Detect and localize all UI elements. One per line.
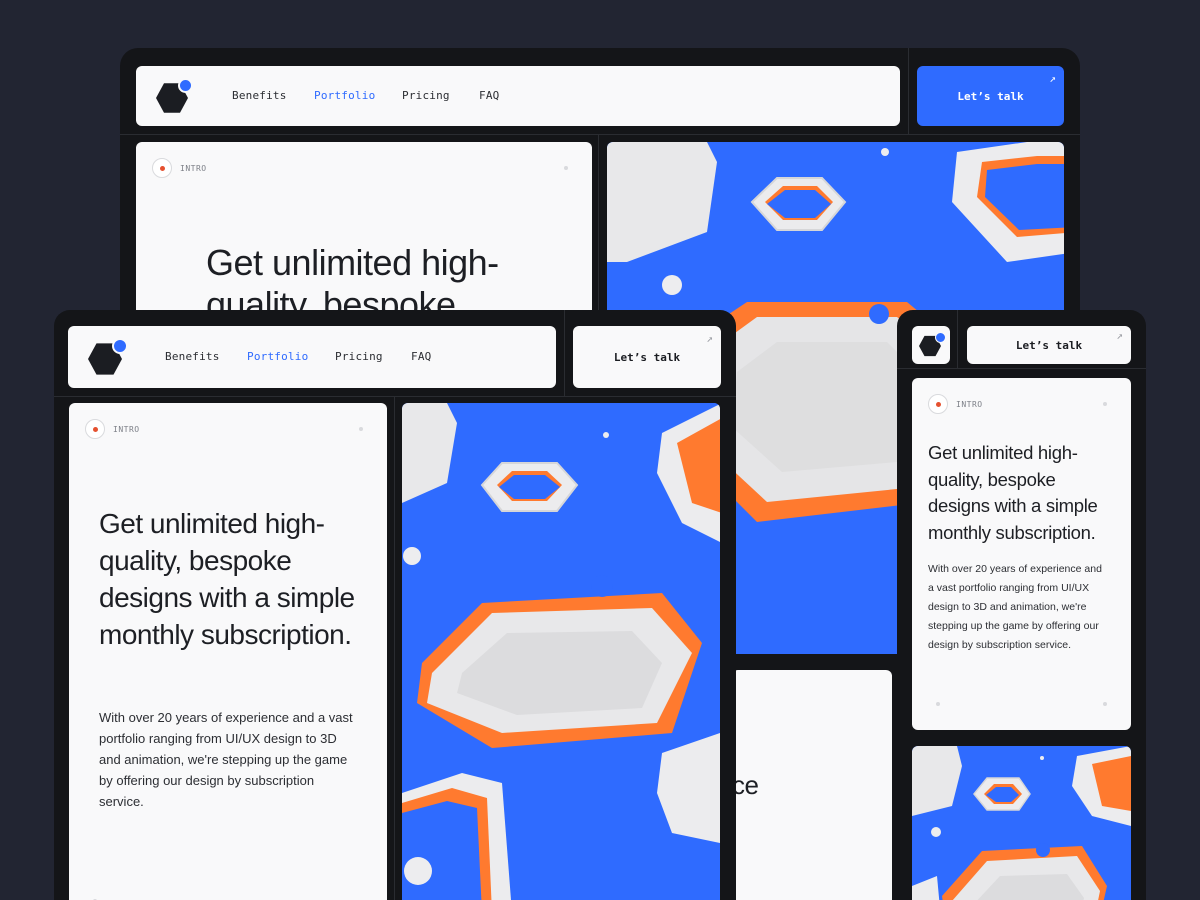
arrow-up-right-icon: ↗ — [706, 332, 713, 345]
hero-description: With over 20 years of experience and a v… — [99, 710, 353, 809]
hexagon-logo-icon[interactable] — [88, 338, 128, 376]
lets-talk-label: Let’s talk — [613, 350, 681, 364]
intro-dot-icon — [928, 394, 948, 414]
hero-description: With over 20 years of experience and a v… — [928, 563, 1102, 651]
divider — [54, 396, 736, 397]
hero-3d-artwork — [912, 746, 1131, 900]
nav-link-benefits[interactable]: Benefits — [232, 89, 287, 102]
divider — [564, 310, 565, 396]
lets-talk-label: Let’s talk — [1015, 338, 1083, 352]
corner-dot — [359, 427, 363, 431]
divider — [908, 48, 909, 134]
tablet-device-frame: Benefits Portfolio Pricing FAQ Let’s tal… — [54, 310, 736, 900]
divider — [394, 396, 395, 900]
corner-dot — [936, 702, 940, 706]
lets-talk-button[interactable]: Let’s talk ↗ — [573, 326, 721, 388]
nav-link-portfolio[interactable]: Portfolio — [247, 350, 308, 363]
nav-link-pricing[interactable]: Pricing — [335, 350, 383, 363]
phone-device-frame: Let’s talk ↗ INTRO Get unlimited high-qu… — [897, 310, 1146, 900]
intro-dot-icon — [152, 158, 172, 178]
corner-dot — [1103, 702, 1107, 706]
intro-tag: INTRO — [928, 394, 983, 414]
lets-talk-button[interactable]: Let’s talk ↗ — [917, 66, 1064, 126]
hero-headline: Get unlimited high-quality, bespoke desi… — [928, 442, 1098, 543]
nav-link-faq[interactable]: FAQ — [411, 350, 431, 363]
secondary-panel: ce — [732, 670, 892, 900]
corner-dot — [564, 166, 568, 170]
lets-talk-label: Let’s talk — [957, 89, 1024, 103]
tablet-navbar: Benefits Portfolio Pricing FAQ — [68, 326, 556, 388]
intro-label: INTRO — [956, 399, 983, 409]
divider — [120, 134, 1080, 135]
intro-label: INTRO — [180, 163, 207, 173]
desktop-navbar: Benefits Portfolio Pricing FAQ — [136, 66, 900, 126]
divider — [897, 368, 1146, 369]
hero-panel: INTRO Get unlimited high-quality, bespok… — [912, 378, 1131, 730]
phone-logo-tile — [912, 326, 950, 364]
nav-link-pricing[interactable]: Pricing — [402, 89, 450, 102]
hero-panel: INTRO Get unlimited high-quality, bespok… — [69, 403, 387, 900]
hero-3d-artwork — [402, 403, 720, 900]
arrow-up-right-icon: ↗ — [1116, 329, 1123, 342]
nav-link-portfolio[interactable]: Portfolio — [314, 89, 375, 102]
nav-link-faq[interactable]: FAQ — [479, 89, 499, 102]
intro-dot-icon — [85, 419, 105, 439]
intro-tag: INTRO — [85, 419, 140, 439]
hero-headline: Get unlimited high-quality, bespoke desi… — [99, 508, 355, 650]
intro-label: INTRO — [113, 424, 140, 434]
hexagon-logo-icon[interactable] — [156, 78, 194, 114]
divider — [957, 310, 958, 368]
hexagon-logo-icon[interactable] — [919, 332, 946, 358]
corner-dot — [1103, 402, 1107, 406]
intro-tag: INTRO — [152, 158, 207, 178]
nav-link-benefits[interactable]: Benefits — [165, 350, 220, 363]
lets-talk-button[interactable]: Let’s talk ↗ — [967, 326, 1131, 364]
arrow-up-right-icon: ↗ — [1049, 72, 1056, 85]
